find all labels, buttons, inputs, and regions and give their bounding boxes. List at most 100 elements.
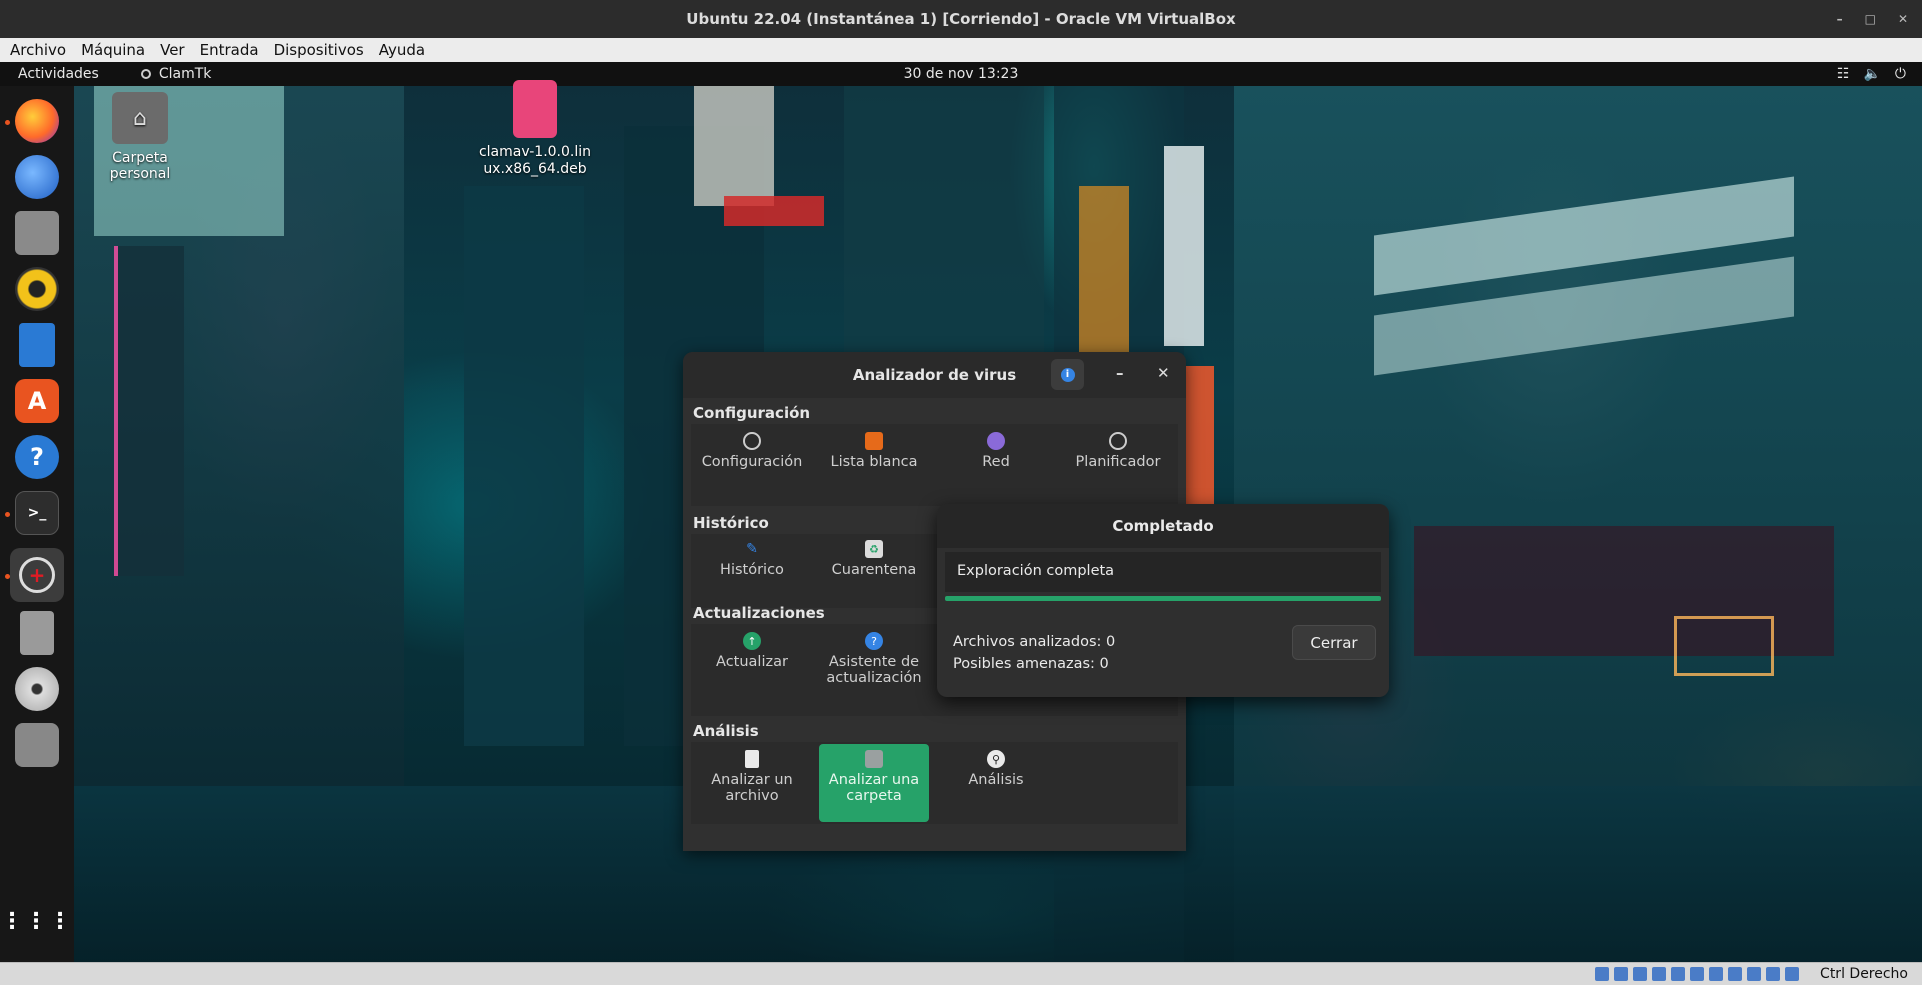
volume-icon[interactable]: 🔈: [1863, 66, 1880, 82]
shared-folder-icon[interactable]: [1690, 967, 1704, 981]
folder-scan-icon: [865, 750, 883, 768]
menu-ver[interactable]: Ver: [160, 41, 185, 59]
host-key-label: Ctrl Derecho: [1820, 966, 1908, 982]
drive-icon: [15, 723, 59, 767]
app-menu[interactable]: ClamTk: [140, 66, 212, 82]
tile-analizar-archivo[interactable]: Analizar un archivo: [697, 744, 807, 822]
menu-archivo[interactable]: Archivo: [10, 41, 66, 59]
libreoffice-writer-icon: [19, 323, 55, 367]
device-indicators[interactable]: [1595, 967, 1799, 981]
tile-configuracion[interactable]: Configuración: [697, 426, 807, 500]
threats-count: Posibles amenazas: 0: [953, 656, 1109, 672]
dock-files[interactable]: [10, 206, 64, 260]
dock-disks[interactable]: [10, 606, 64, 660]
clock[interactable]: 30 de nov 13:23: [0, 66, 1922, 82]
tile-cuarentena[interactable]: ♻ Cuarentena: [819, 534, 929, 608]
tile-analisis[interactable]: ⚲ Análisis: [941, 744, 1051, 822]
network-adapter-icon[interactable]: [1652, 967, 1666, 981]
menu-entrada[interactable]: Entrada: [200, 41, 259, 59]
power-icon[interactable]: ⏻: [1895, 66, 1906, 82]
menu-dispositivos[interactable]: Dispositivos: [274, 41, 364, 59]
virtualbox-titlebar: Ubuntu 22.04 (Instantánea 1) [Corriendo]…: [0, 0, 1922, 38]
dock-thunderbird[interactable]: [10, 150, 64, 204]
pencil-icon: ✎: [746, 541, 758, 557]
menu-maquina[interactable]: Máquina: [81, 41, 145, 59]
clamtk-app-icon: [140, 69, 151, 79]
hdd-icon[interactable]: [1595, 967, 1609, 981]
tile-lista-blanca[interactable]: Lista blanca: [819, 426, 929, 500]
dock-show-apps[interactable]: ⋮⋮⋮: [1, 894, 71, 948]
system-tray[interactable]: ☷ 🔈 ⏻: [1837, 62, 1906, 86]
tile-label: Planificador: [1075, 454, 1161, 470]
close-button[interactable]: Cerrar: [1292, 625, 1376, 660]
update-arrow-icon: ↑: [743, 632, 761, 650]
about-button[interactable]: i: [1051, 359, 1084, 390]
firefox-icon: [15, 99, 59, 143]
display-icon[interactable]: [1709, 967, 1723, 981]
tile-label: Actualizar: [716, 654, 788, 670]
network-icon[interactable]: ☷: [1837, 66, 1850, 82]
dock-writer[interactable]: [10, 318, 64, 372]
activities-button[interactable]: Actividades: [18, 66, 99, 82]
network-icon: [987, 432, 1005, 450]
desktop-icon-label: Carpeta personal: [109, 150, 171, 182]
app-menu-label: ClamTk: [158, 66, 212, 82]
dock-clamtk[interactable]: +: [10, 548, 64, 602]
dock-firefox[interactable]: [10, 94, 64, 148]
help-icon: ?: [865, 632, 883, 650]
desktop-icon-home[interactable]: ⌂ Carpeta personal: [80, 92, 200, 182]
recycle-icon: ♻: [865, 540, 883, 558]
clamtk-icon: +: [19, 557, 55, 593]
guest-screen: Actividades ClamTk 30 de nov 13:23 ☷ 🔈 ⏻: [0, 62, 1922, 962]
menu-ayuda[interactable]: Ayuda: [379, 41, 425, 59]
tile-label: Red: [982, 454, 1010, 470]
gnome-topbar: Actividades ClamTk 30 de nov 13:23 ☷ 🔈 ⏻: [0, 62, 1922, 86]
magnifier-icon: ⚲: [987, 750, 1005, 768]
dock-help[interactable]: ?: [10, 430, 64, 484]
tile-label: Histórico: [720, 562, 784, 578]
dock-disc[interactable]: [10, 662, 64, 716]
recording-icon[interactable]: [1728, 967, 1742, 981]
dialog-title: Completado: [937, 504, 1389, 548]
dock-software[interactable]: A: [10, 374, 64, 428]
tile-label: Análisis: [968, 772, 1024, 788]
tile-historico[interactable]: ✎ Histórico: [697, 534, 807, 608]
audio-icon[interactable]: [1633, 967, 1647, 981]
tile-asistente-actualizacion[interactable]: ? Asistente de actualización: [819, 626, 929, 714]
tile-red[interactable]: Red: [941, 426, 1051, 500]
dock: A ? >_ + ⋮⋮⋮: [0, 86, 74, 962]
mouse-integration-icon[interactable]: [1766, 967, 1780, 981]
optical-drive-icon[interactable]: [1614, 967, 1628, 981]
tile-actualizar[interactable]: ↑ Actualizar: [697, 626, 807, 714]
completed-dialog: Completado Exploración completa Archivos…: [937, 504, 1389, 697]
tile-analizar-carpeta[interactable]: Analizar una carpeta: [819, 744, 929, 822]
home-folder-icon: ⌂: [112, 92, 168, 144]
close-icon[interactable]: ✕: [1898, 12, 1908, 26]
minimize-icon[interactable]: –: [1116, 364, 1124, 382]
tile-label: Analizar un archivo: [711, 772, 793, 804]
close-icon[interactable]: ✕: [1157, 364, 1170, 382]
usb-icon[interactable]: [1671, 967, 1685, 981]
keyboard-icon[interactable]: [1785, 967, 1799, 981]
desktop-icon-deb[interactable]: clamav-1.0.0.linux.x86_64.deb: [475, 80, 595, 178]
gear-icon: [743, 432, 761, 450]
scan-status: Exploración completa: [945, 552, 1381, 592]
virtualbox-menubar: Archivo Máquina Ver Entrada Dispositivos…: [0, 38, 1922, 62]
file-scan-icon: [745, 750, 759, 768]
maximize-icon[interactable]: □: [1865, 12, 1876, 26]
scheduler-icon: [1109, 432, 1127, 450]
desktop-icon-label: clamav-1.0.0.linux.x86_64.deb: [478, 144, 592, 177]
dock-drive[interactable]: [10, 718, 64, 772]
tile-planificador[interactable]: Planificador: [1063, 426, 1173, 500]
window-title: Ubuntu 22.04 (Instantánea 1) [Corriendo]…: [686, 10, 1236, 28]
thunderbird-icon: [15, 155, 59, 199]
cpu-icon[interactable]: [1747, 967, 1761, 981]
dock-rhythmbox[interactable]: [10, 262, 64, 316]
info-icon: i: [1060, 367, 1075, 382]
minimize-icon[interactable]: –: [1837, 12, 1843, 26]
deb-package-icon: [513, 80, 557, 138]
dock-terminal[interactable]: >_: [10, 486, 64, 540]
tile-label: Cuarentena: [831, 562, 917, 578]
scan-progress-bar: [945, 596, 1381, 601]
section-config-title: Configuración: [693, 404, 811, 422]
